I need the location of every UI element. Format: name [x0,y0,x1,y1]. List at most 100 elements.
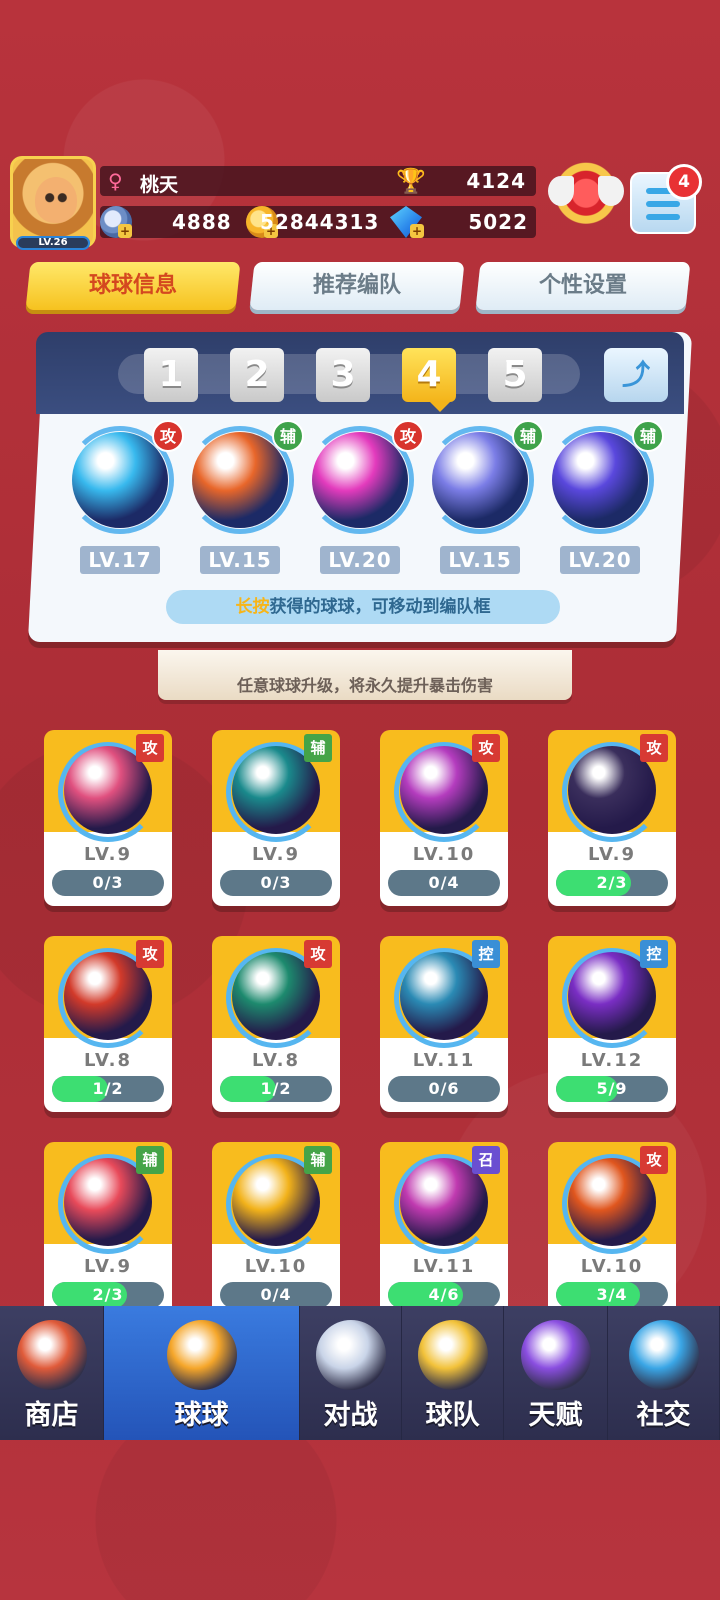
ball-progress-bar: 5/9 [556,1076,668,1102]
bottom-nav: 商店 球球 对战 球队 天赋 社交 [0,1306,720,1440]
ball-type-tag: 攻 [304,940,332,968]
ball-progress-bar: 0/4 [220,1282,332,1308]
ball-type-tag: 辅 [136,1146,164,1174]
nav-item[interactable]: 商店 [0,1306,104,1440]
ball-progress-bar: 0/6 [388,1076,500,1102]
ball-progress-text: 0/3 [92,873,124,892]
team-slot-3[interactable]: 3 [316,348,370,402]
team-ball-type-tag: 辅 [272,420,304,452]
rank-wing-left [548,176,574,206]
tab-label: 个性设置 [538,273,627,298]
ball-type-tag: 攻 [640,1146,668,1174]
ball-progress-text: 0/4 [428,873,460,892]
ball-card[interactable]: 辅 LV.9 0/3 [212,730,340,906]
tab-ball-info[interactable]: 球球信息 [25,262,241,310]
ball-card[interactable]: 控 LV.11 0/6 [380,936,508,1112]
ball-icon [166,1320,237,1390]
team-slot-4[interactable]: 4 [402,348,456,402]
ball-progress-text: 3/4 [596,1285,628,1304]
rank-badge-icon[interactable] [548,162,624,240]
player-level: LV.26 [16,236,90,250]
team-ball-level: LV.20 [320,546,400,574]
avatar-face [35,177,77,223]
team-ball-type-tag: 辅 [512,420,544,452]
nav-item[interactable]: 球队 [402,1306,504,1440]
whistle-icon [417,1320,488,1390]
ball-card[interactable]: 攻 LV.8 1/2 [212,936,340,1112]
nav-label: 商店 [24,1400,79,1431]
name-bar: ♀ 桃天 🏆 4124 [100,166,536,196]
team-ball-level: LV.20 [560,546,640,574]
ball-progress-text: 4/6 [428,1285,460,1304]
team-ball[interactable] [312,432,408,528]
nav-item[interactable]: 天赋 [504,1306,608,1440]
menu-icon-line [646,201,680,207]
ball-level: LV.10 [412,844,476,865]
ball-card[interactable]: 召 LV.11 4/6 [380,1142,508,1318]
nav-label: 天赋 [528,1400,583,1431]
tab-label: 球球信息 [88,273,177,298]
resource-bar: + 4888 + 52844313 + 5022 [100,206,536,238]
ball-level: LV.9 [84,844,132,865]
ball-level: LV.11 [412,1256,476,1277]
team-ball[interactable] [552,432,648,528]
ball-progress-bar: 3/4 [556,1282,668,1308]
ball-card[interactable]: 攻 LV.10 3/4 [548,1142,676,1318]
ball-card[interactable]: 辅 LV.9 2/3 [44,1142,172,1318]
team-ball-type-tag: 攻 [152,420,184,452]
ball-level: LV.8 [84,1050,132,1071]
ball-level: LV.10 [244,1256,308,1277]
ball-level: LV.10 [580,1256,644,1277]
gem-count: 5022 [468,210,528,234]
ball-progress-bar: 0/3 [52,870,164,896]
nav-item[interactable]: 社交 [608,1306,720,1440]
add-gem-button[interactable]: + [410,224,424,238]
team-slot-2[interactable]: 2 [230,348,284,402]
swords-icon [315,1320,386,1390]
ball-level: LV.12 [580,1050,644,1071]
team-slot-5[interactable]: 5 [488,348,542,402]
trophy-count: 4124 [466,169,526,193]
share-button[interactable]: ⤴ [604,348,668,402]
ball-progress-text: 2/3 [92,1285,124,1304]
ball-type-tag: 攻 [136,734,164,762]
nav-item[interactable]: 球球 [104,1306,300,1440]
nav-item[interactable]: 对战 [300,1306,402,1440]
crit-banner-text: 任意球球升级，将永久提升暴击伤害 [236,676,493,695]
ball-level: LV.9 [588,844,636,865]
ticket-count: 4888 [172,210,232,234]
nav-label: 对战 [323,1400,378,1431]
tab-recommended-team[interactable]: 推荐编队 [249,262,465,310]
team-ball[interactable] [432,432,528,528]
ball-card[interactable]: 攻 LV.9 0/3 [44,730,172,906]
ball-card[interactable]: 攻 LV.9 2/3 [548,730,676,906]
team-ball-type-tag: 攻 [392,420,424,452]
ball-card[interactable]: 辅 LV.10 0/4 [212,1142,340,1318]
ball-level: LV.8 [252,1050,300,1071]
ball-progress-bar: 0/3 [220,870,332,896]
team-ball[interactable] [192,432,288,528]
ball-progress-text: 0/4 [260,1285,292,1304]
ball-progress-bar: 1/2 [52,1076,164,1102]
ball-type-tag: 攻 [136,940,164,968]
team-ball-level: LV.15 [200,546,280,574]
share-icon: ⤴ [621,358,650,391]
rank-wing-right [598,176,624,206]
team-ball-type-tag: 辅 [632,420,664,452]
tab-personal-settings[interactable]: 个性设置 [475,262,691,310]
ball-progress-text: 0/6 [428,1079,460,1098]
team-ball-level: LV.17 [80,546,160,574]
menu-icon-line [646,214,680,220]
shop-icon [16,1320,87,1390]
coin-count: 52844313 [260,210,380,234]
ball-type-tag: 辅 [304,734,332,762]
add-ticket-button[interactable]: + [118,224,132,238]
ball-card[interactable]: 攻 LV.10 0/4 [380,730,508,906]
ball-level: LV.11 [412,1050,476,1071]
player-avatar[interactable] [10,156,96,248]
team-slot-1[interactable]: 1 [144,348,198,402]
ball-card[interactable]: 控 LV.12 5/9 [548,936,676,1112]
active-slot-indicator [430,402,450,412]
ball-card[interactable]: 攻 LV.8 1/2 [44,936,172,1112]
team-ball[interactable] [72,432,168,528]
